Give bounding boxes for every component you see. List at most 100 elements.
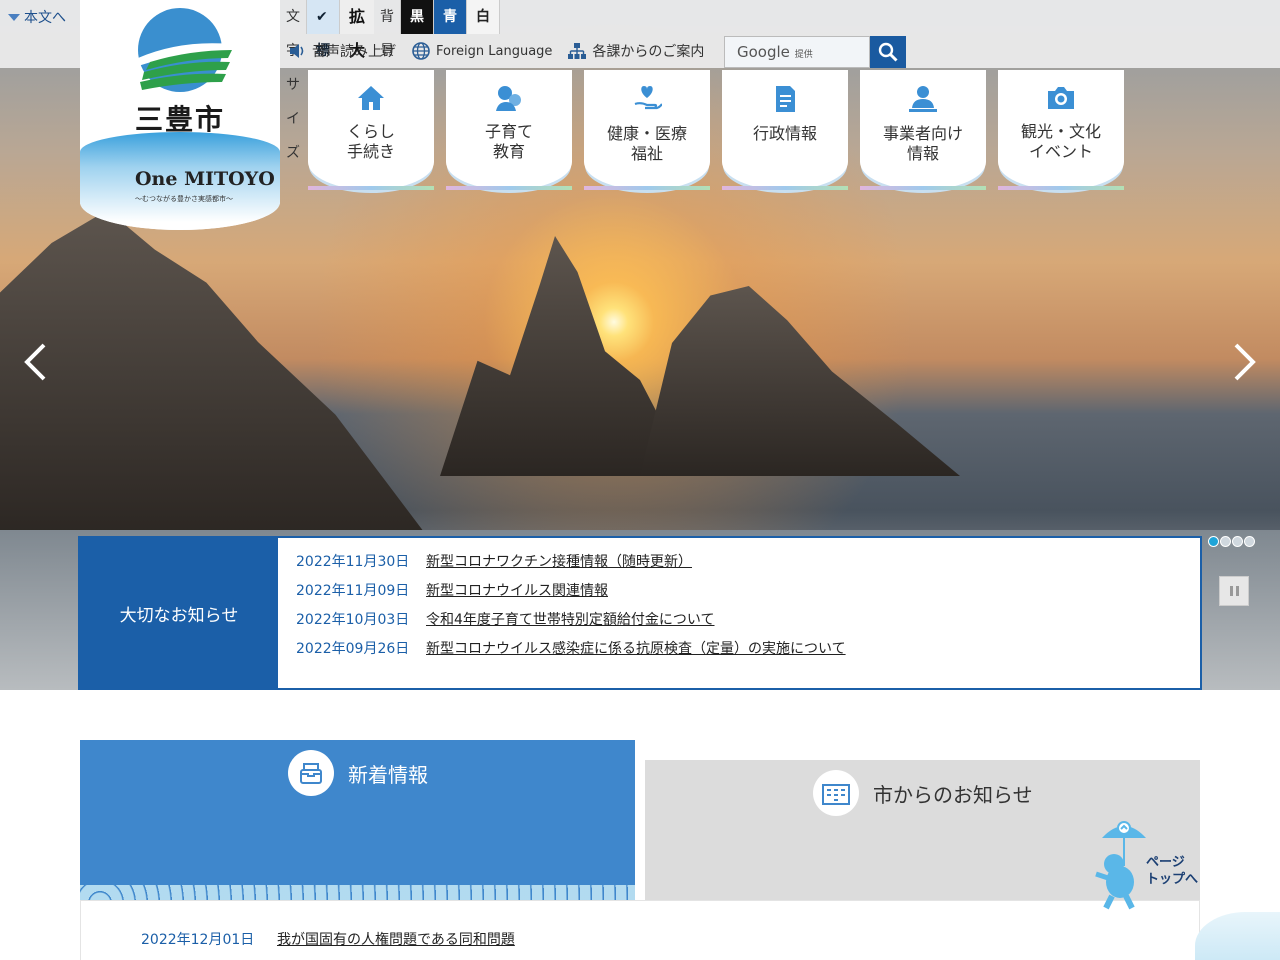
page-top-line2: トップへ xyxy=(1146,872,1199,887)
list-item: 2022年12月01日 我が国固有の人権問題である同和問題 xyxy=(141,929,515,949)
slide-prev-button[interactable] xyxy=(22,342,48,393)
slide-dot[interactable] xyxy=(1208,536,1219,547)
foreign-language-link[interactable]: Foreign Language xyxy=(412,42,552,60)
slide-dot[interactable] xyxy=(1220,536,1231,547)
voice-read-link[interactable]: 音声読み上げ xyxy=(288,41,396,61)
nav-childcare-line1: 子育て xyxy=(484,122,533,141)
nav-administration-line1: 行政情報 xyxy=(752,124,817,143)
news-icon-circle xyxy=(288,750,334,796)
pause-icon xyxy=(1229,586,1233,596)
news-link[interactable]: 我が国固有の人権問題である同和問題 xyxy=(277,929,515,949)
camera-icon xyxy=(1048,87,1074,109)
tools-row: 音声読み上げ Foreign Language 各課からのご案内 xyxy=(288,36,720,66)
mitoyo-emblem-icon xyxy=(138,8,232,92)
notice-date: 2022年09月26日 xyxy=(296,640,410,657)
slide-pause-button[interactable] xyxy=(1219,576,1249,606)
slide-dot[interactable] xyxy=(1244,536,1255,547)
nav-tourism-line2: イベント xyxy=(1028,142,1093,161)
font-size-standard-button[interactable]: ✔標準 xyxy=(306,0,339,93)
notice-link[interactable]: 新型コロナウイルス関連情報 xyxy=(426,580,608,600)
nav-business-line1: 事業者向け xyxy=(882,124,963,143)
important-notice-box: 大切なお知らせ 2022年11月30日 新型コロナワクチン接種情報（随時更新） 2… xyxy=(78,536,1202,690)
tab-news[interactable]: 新着情報 xyxy=(80,740,635,900)
notice-link[interactable]: 令和4年度子育て世帯特別定額給付金について xyxy=(426,609,715,629)
nav-health-line2: 福祉 xyxy=(630,144,663,163)
nav-health[interactable]: 健康・医療 福祉 xyxy=(584,70,710,190)
news-box-icon xyxy=(300,763,322,784)
search-brand-suffix: 提供 xyxy=(794,50,813,60)
important-notice-list: 2022年11月30日 新型コロナワクチン接種情報（随時更新） 2022年11月0… xyxy=(296,546,846,662)
corner-wave-decoration xyxy=(1195,912,1280,960)
skip-to-content-link[interactable]: 本文へ xyxy=(8,7,66,27)
list-item: 2022年11月09日 新型コロナウイルス関連情報 xyxy=(296,575,846,604)
family-icon xyxy=(496,86,521,111)
search-button[interactable] xyxy=(870,36,906,68)
magnifier-icon xyxy=(878,42,898,62)
slide-next-button[interactable] xyxy=(1232,342,1258,393)
search-input[interactable]: Google 提供 xyxy=(724,36,870,68)
display-settings-row: 文字サイズ ✔標準 拡大 背景色変更 黒 青 白 xyxy=(280,0,501,161)
nav-childcare[interactable]: 子育て 教育 xyxy=(446,70,572,190)
page-top-line1: ページ xyxy=(1146,855,1185,870)
skip-link-label: 本文へ xyxy=(24,10,66,26)
bg-white-button[interactable]: 白 xyxy=(466,0,501,34)
nav-health-line1: 健康・医療 xyxy=(606,124,687,143)
news-list: 2022年12月01日 我が国固有の人権問題である同和問題 xyxy=(80,900,1200,960)
bg-black-button[interactable]: 黒 xyxy=(400,0,434,34)
nav-tourism-line1: 観光・文化 xyxy=(1020,122,1101,141)
notice-link[interactable]: 新型コロナウイルス感染症に係る抗原検査（定量）の実施について xyxy=(426,638,846,658)
page-top-button[interactable]: ページ トップへ xyxy=(1090,816,1202,912)
city-icon-circle xyxy=(813,770,859,816)
notice-date: 2022年11月30日 xyxy=(296,553,410,570)
chevron-right-icon xyxy=(1234,343,1256,381)
site-search: Google 提供 xyxy=(724,36,906,68)
department-guide-link[interactable]: 各課からのご案内 xyxy=(568,41,704,61)
department-guide-label: 各課からのご案内 xyxy=(592,44,705,60)
nav-living-line1: くらし xyxy=(346,122,395,141)
rock-right xyxy=(640,286,960,476)
nav-business[interactable]: 事業者向け 情報 xyxy=(860,70,986,190)
nav-administration[interactable]: 行政情報 xyxy=(722,70,848,190)
list-item: 2022年11月30日 新型コロナワクチン接種情報（随時更新） xyxy=(296,546,846,575)
rock-left xyxy=(0,210,430,540)
voice-read-label: 音声読み上げ xyxy=(312,44,396,60)
building-icon xyxy=(822,784,850,805)
slide-indicators xyxy=(1208,536,1255,547)
heart-hand-icon xyxy=(634,86,663,110)
globe-icon xyxy=(412,42,430,60)
nav-living-line2: 手続き xyxy=(346,142,395,161)
news-date: 2022年12月01日 xyxy=(141,932,255,948)
chevron-left-icon xyxy=(24,343,46,381)
speaker-icon xyxy=(290,44,304,58)
document-icon xyxy=(776,86,795,112)
home-icon xyxy=(358,86,384,110)
search-brand: Google xyxy=(737,43,790,61)
business-person-icon xyxy=(909,86,937,112)
notice-link[interactable]: 新型コロナワクチン接種情報（随時更新） xyxy=(426,551,692,571)
bg-blue-button[interactable]: 青 xyxy=(433,0,467,34)
list-item: 2022年09月26日 新型コロナウイルス感染症に係る抗原検査（定量）の実施につい… xyxy=(296,633,846,662)
nav-business-line2: 情報 xyxy=(906,144,939,163)
nav-childcare-line2: 教育 xyxy=(492,142,525,161)
tab-news-label: 新着情報 xyxy=(348,762,428,787)
font-size-label: 文字サイズ xyxy=(286,9,300,161)
logo-tagline: 〜むつながる豊かさ実感都市〜 xyxy=(135,195,233,203)
bg-color-label: 背景色変更 xyxy=(380,9,395,161)
list-item: 2022年10月03日 令和4年度子育て世帯特別定額給付金について xyxy=(296,604,846,633)
logo-one-mitoyo: One MITOYO 〜むつながる豊かさ実感都市〜 xyxy=(135,170,275,208)
notice-date: 2022年10月03日 xyxy=(296,611,410,628)
tab-city-label: 市からのお知らせ xyxy=(873,782,1033,807)
nav-tourism[interactable]: 観光・文化 イベント xyxy=(998,70,1124,190)
logo-sub-title: One MITOYO xyxy=(135,168,275,190)
tab-wave-decoration xyxy=(80,885,635,900)
nav-living[interactable]: くらし 手続き xyxy=(308,70,434,190)
site-logo[interactable]: 三豊市 One MITOYO 〜むつながる豊かさ実感都市〜 xyxy=(80,0,280,230)
important-notice-title: 大切なお知らせ xyxy=(80,538,278,688)
font-size-large-button[interactable]: 拡大 xyxy=(339,0,375,60)
triangle-down-icon xyxy=(8,13,20,21)
slide-dot[interactable] xyxy=(1232,536,1243,547)
org-chart-icon xyxy=(568,43,587,59)
global-nav: くらし 手続き 子育て 教育 健康・医療 福祉 行政情報 事業者向け 情報 観光・文化イ… xyxy=(308,70,1124,190)
pause-icon xyxy=(1235,586,1239,596)
foreign-language-label: Foreign Language xyxy=(436,43,553,59)
